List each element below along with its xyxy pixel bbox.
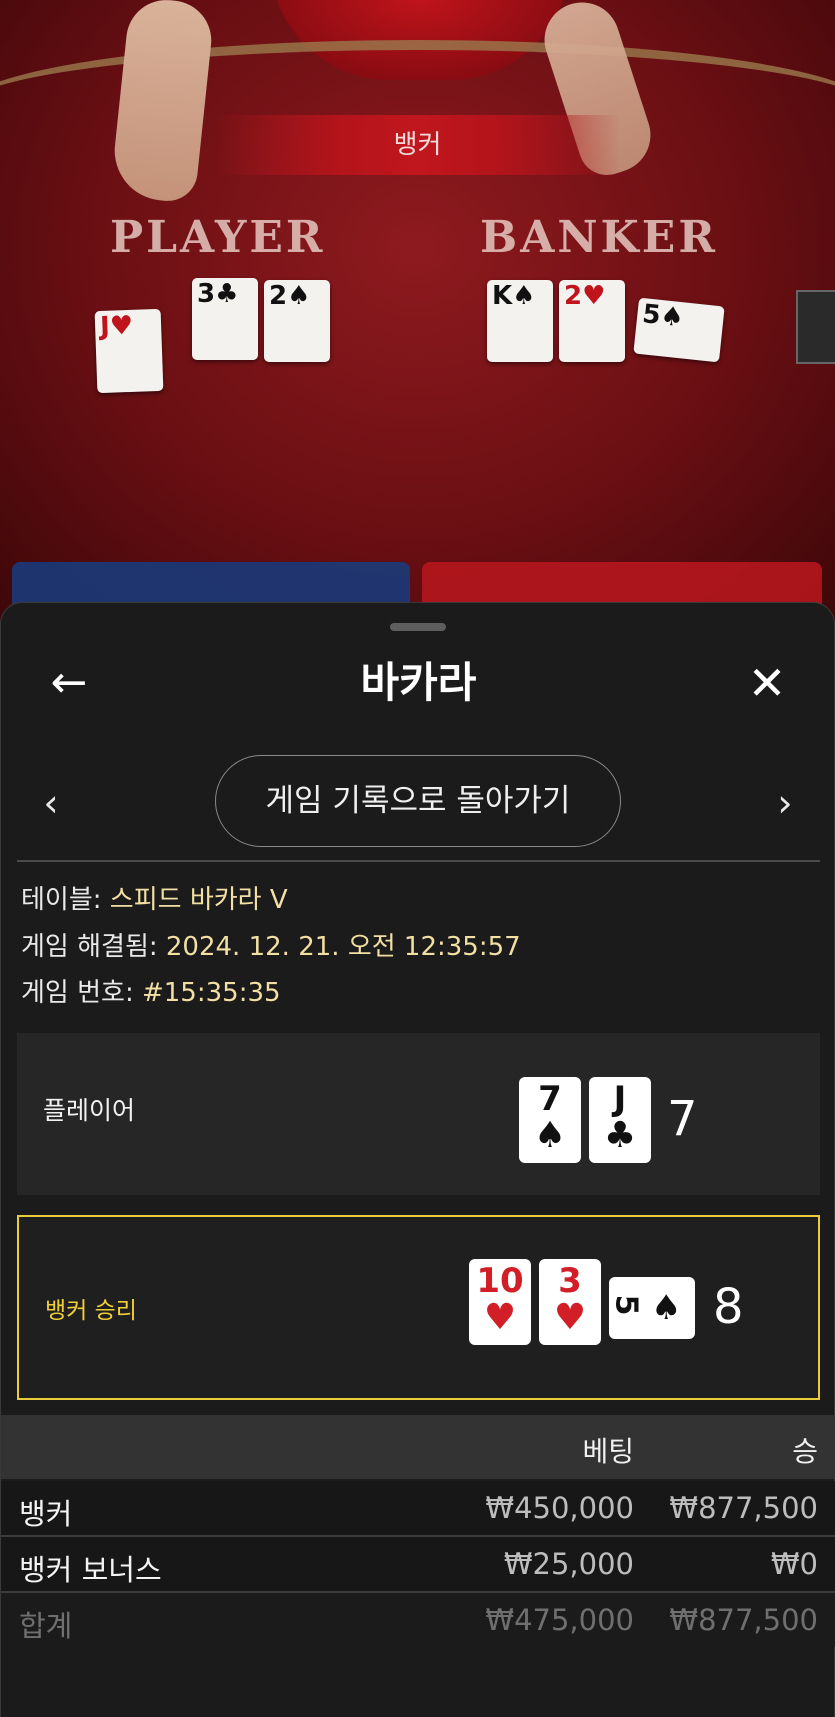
playing-card: J ♣ xyxy=(589,1077,651,1163)
sheet-title: 바카라 xyxy=(360,658,477,707)
playing-card: 7 ♠ xyxy=(519,1077,581,1163)
table-card: K♠ xyxy=(487,280,553,362)
header-win: 승 xyxy=(792,1435,818,1468)
playing-card-sideways: 5 ♠ xyxy=(608,1277,695,1339)
playing-card: 10 ♥ xyxy=(469,1259,531,1345)
info-game-number: 게임 번호: #15:35:35 xyxy=(21,978,281,1008)
header-bet: 베팅 xyxy=(582,1435,634,1468)
player-total: 7 xyxy=(667,1091,698,1147)
dealer-left-hand xyxy=(109,0,216,204)
table-card: 2♠ xyxy=(264,280,330,362)
banker-table-label: BANKER xyxy=(480,212,718,263)
divider xyxy=(17,860,820,862)
game-detail-sheet: ← 바카라 ✕ ‹ 게임 기록으로 돌아가기 › 테이블: 스피드 바카라 V … xyxy=(0,602,835,1717)
banker-total: 8 xyxy=(713,1279,744,1335)
player-result: 플레이어 7 ♠ J ♣ 7 xyxy=(17,1033,820,1195)
close-icon[interactable]: ✕ xyxy=(739,655,795,711)
table-row: 뱅커 보너스 ₩25,000 ₩0 xyxy=(1,1537,835,1593)
bet-table-header: 베팅 승 xyxy=(1,1415,835,1479)
table-card: 5♠ xyxy=(633,297,725,363)
banker-win-label: 뱅커 승리 xyxy=(45,1298,137,1324)
info-table-name: 테이블: 스피드 바카라 V xyxy=(21,885,288,915)
player-table-label: PLAYER xyxy=(110,212,326,263)
chevron-left-icon[interactable]: ‹ xyxy=(29,778,73,828)
table-card: 3♣ xyxy=(192,278,258,360)
table-card: 2♥ xyxy=(559,280,625,362)
chevron-right-icon[interactable]: › xyxy=(763,778,807,828)
table-card: J♥ xyxy=(94,308,164,394)
winner-banner: 뱅커 xyxy=(215,115,620,175)
banker-result-winner: 뱅커 승리 10 ♥ 3 ♥ 5 ♠ 8 xyxy=(17,1215,820,1400)
playing-card: 3 ♥ xyxy=(539,1259,601,1345)
card-shoe xyxy=(796,290,835,364)
live-table-video: 뱅커 PLAYER BANKER J♥ 3♣ 2♠ K♠ 2♥ 5♠ xyxy=(0,0,835,620)
table-row: 뱅커 ₩450,000 ₩877,500 xyxy=(1,1481,835,1537)
back-to-history-button[interactable]: 게임 기록으로 돌아가기 xyxy=(215,755,621,847)
total-row: 합계 ₩475,000 ₩877,500 xyxy=(1,1593,835,1647)
info-resolved-time: 게임 해결됨: 2024. 12. 21. 오전 12:35:57 xyxy=(21,932,521,962)
player-label: 플레이어 xyxy=(43,1096,136,1125)
drag-handle[interactable] xyxy=(390,623,446,631)
